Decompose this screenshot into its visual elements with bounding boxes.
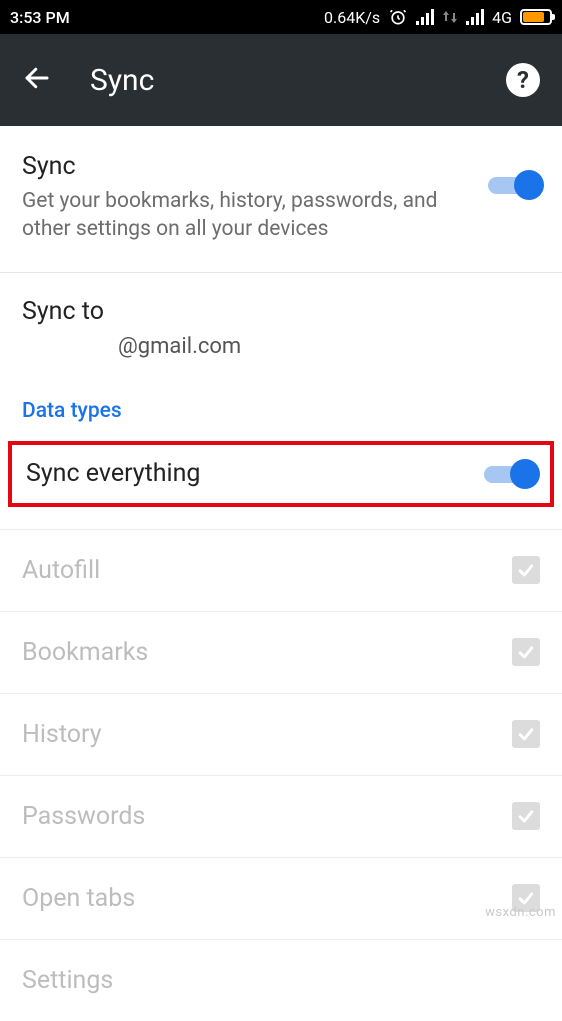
content: Sync Get your bookmarks, history, passwo… — [0, 126, 562, 1021]
alarm-icon — [388, 7, 408, 27]
battery-icon — [520, 9, 552, 25]
bookmarks-checkbox — [512, 638, 540, 666]
sync-everything-toggle[interactable] — [484, 459, 536, 489]
signal-icon-2 — [466, 9, 484, 25]
help-icon: ? — [517, 66, 529, 94]
network-type: 4G — [492, 8, 512, 27]
sync-toggle[interactable] — [488, 170, 540, 200]
network-speed: 0.64K/s — [324, 8, 380, 27]
sync-to-row[interactable]: Sync to @gmail.com — [0, 273, 562, 399]
open-tabs-label: Open tabs — [22, 884, 512, 913]
settings-row: Settings — [0, 939, 562, 1021]
sync-title: Sync — [22, 152, 468, 181]
app-bar: Sync ? — [0, 34, 562, 126]
settings-label: Settings — [22, 966, 540, 995]
watermark: wsxdn.com — [485, 905, 556, 920]
autofill-checkbox — [512, 556, 540, 584]
passwords-row: Passwords — [0, 775, 562, 857]
section-header-data-types: Data types — [0, 399, 562, 441]
status-time: 3:53 PM — [10, 8, 70, 27]
history-label: History — [22, 720, 512, 749]
bookmarks-label: Bookmarks — [22, 638, 512, 667]
page-title: Sync — [90, 63, 506, 98]
sync-everything-label: Sync everything — [26, 459, 484, 488]
sync-master-row[interactable]: Sync Get your bookmarks, history, passwo… — [0, 126, 562, 273]
data-arrows-icon — [442, 9, 458, 25]
passwords-checkbox — [512, 802, 540, 830]
history-checkbox — [512, 720, 540, 748]
autofill-label: Autofill — [22, 556, 512, 585]
sync-to-title: Sync to — [22, 297, 540, 326]
status-bar: 3:53 PM 0.64K/s 4G — [0, 0, 562, 34]
passwords-label: Passwords — [22, 802, 512, 831]
back-arrow-icon[interactable] — [22, 63, 52, 97]
sync-everything-row[interactable]: Sync everything — [8, 441, 554, 507]
help-button[interactable]: ? — [506, 63, 540, 97]
status-right: 0.64K/s 4G — [324, 7, 552, 27]
sync-to-email: @gmail.com — [22, 334, 540, 359]
open-tabs-row: Open tabs — [0, 857, 562, 939]
autofill-row: Autofill — [0, 529, 562, 611]
sync-description: Get your bookmarks, history, passwords, … — [22, 187, 468, 244]
history-row: History — [0, 693, 562, 775]
signal-icon-1 — [416, 9, 434, 25]
bookmarks-row: Bookmarks — [0, 611, 562, 693]
